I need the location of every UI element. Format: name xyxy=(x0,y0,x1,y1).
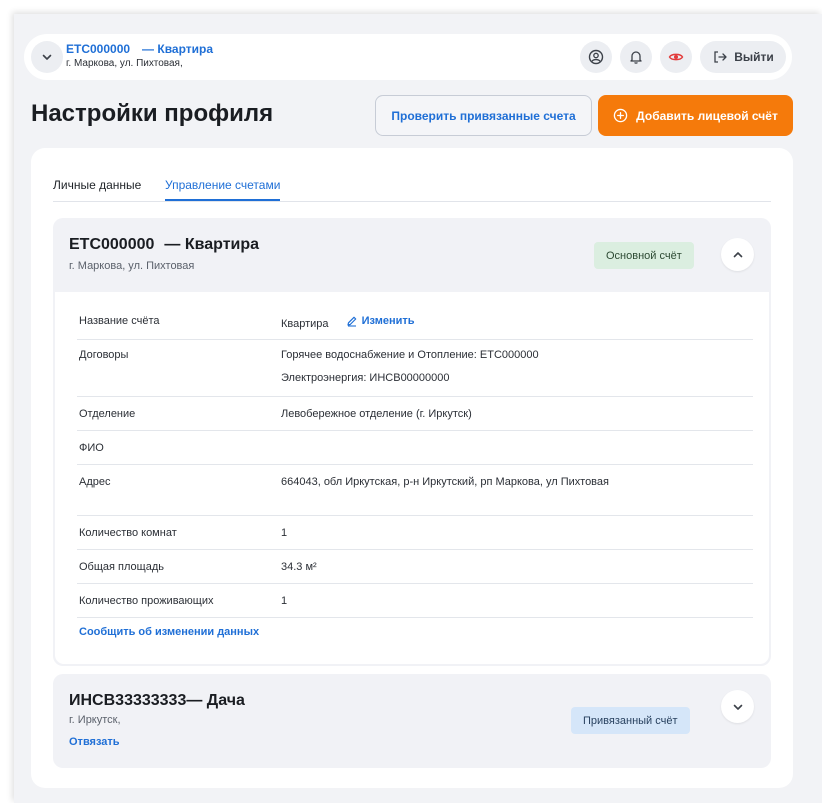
table-row: ФИО xyxy=(77,431,753,465)
tab-account-management[interactable]: Управление счетами xyxy=(165,178,281,201)
logout-button[interactable]: Выйти xyxy=(700,41,786,73)
detail-value: 1 xyxy=(281,527,288,539)
table-row: Адрес 664043, обл Иркутская, р-н Иркутск… xyxy=(77,465,753,516)
status-badge-linked: Привязанный счёт xyxy=(571,707,690,734)
account-panel-main: ETC000000 — Квартира г. Маркова, ул. Пихт… xyxy=(53,218,771,666)
logout-icon xyxy=(712,50,728,64)
detail-value: 1 xyxy=(281,595,288,607)
detail-key: Название счёта xyxy=(79,315,160,327)
report-data-change-link[interactable]: Сообщить об изменении данных xyxy=(79,626,259,638)
account-switcher-bar: ETC000000 — Квартира г. Маркова, ул. Пихт… xyxy=(24,34,792,80)
current-account[interactable]: ETC000000 — Квартира г. Маркова, ул. Пихт… xyxy=(66,42,225,69)
plus-circle-icon xyxy=(613,108,628,123)
collapse-account-button[interactable] xyxy=(721,238,754,271)
table-row: Общая площадь 34.3 м² xyxy=(77,550,753,584)
notifications-button[interactable] xyxy=(620,41,652,73)
detail-key: Количество комнат xyxy=(79,527,177,539)
detail-value: Горячее водоснабжение и Отопление: ETC00… xyxy=(281,349,539,361)
account-name-value: Квартира xyxy=(281,318,329,330)
detail-value-second: Электроэнергия: ИНСВ00000000 xyxy=(281,372,450,384)
unlink-account-button[interactable]: Отвязать xyxy=(69,736,120,748)
current-account-type: — Квартира xyxy=(142,42,214,56)
detail-key: Отделение xyxy=(79,408,136,420)
visibility-button[interactable] xyxy=(660,41,692,73)
chevron-down-icon xyxy=(732,701,744,713)
table-row: Количество проживающих 1 xyxy=(77,584,753,618)
page-title: Настройки профиля xyxy=(31,100,274,127)
edit-label: Изменить xyxy=(361,315,415,327)
account-address: г. Иркутск, xyxy=(69,714,121,726)
chevron-up-icon xyxy=(732,249,744,261)
bell-icon xyxy=(628,49,644,65)
settings-tabs: Личные данные Управление счетами xyxy=(53,178,771,202)
current-account-address: г. Маркова, ул. Пихтовая, xyxy=(66,58,183,69)
detail-key: Общая площадь xyxy=(79,561,164,573)
add-account-label: Добавить лицевой счёт xyxy=(636,108,778,123)
settings-card: Личные данные Управление счетами ETC0000… xyxy=(31,148,793,788)
table-row: Договоры Горячее водоснабжение и Отоплен… xyxy=(77,340,753,397)
account-address: г. Маркова, ул. Пихтовая xyxy=(69,260,195,272)
chevron-down-icon xyxy=(41,51,53,63)
detail-key: Договоры xyxy=(79,349,129,361)
account-number: ИНСВ33333333 xyxy=(69,692,187,709)
table-row: Отделение Левобережное отделение (г. Ирк… xyxy=(77,397,753,431)
detail-value: 34.3 м² xyxy=(281,561,317,573)
edit-name-button[interactable]: Изменить xyxy=(346,315,415,327)
detail-value: Квартира Изменить xyxy=(281,315,415,330)
account-name: — Дача xyxy=(186,692,245,709)
current-account-number: ETC000000 xyxy=(66,42,131,56)
detail-key: Количество проживающих xyxy=(79,595,214,607)
account-title: ИНСВ33333333— Дача xyxy=(69,692,245,710)
account-title: ETC000000 — Квартира xyxy=(69,236,259,254)
account-number: ETC000000 xyxy=(69,236,155,253)
table-row: Количество комнат 1 xyxy=(77,516,753,550)
check-linked-accounts-button[interactable]: Проверить привязанные счета xyxy=(375,95,592,136)
tab-personal-data[interactable]: Личные данные xyxy=(53,178,141,192)
detail-key: Адрес xyxy=(79,476,111,488)
expand-account-button[interactable] xyxy=(721,690,754,723)
status-badge-main: Основной счёт xyxy=(594,242,694,269)
pencil-icon xyxy=(346,315,358,327)
table-row: Название счёта Квартира Изменить xyxy=(77,292,753,340)
profile-button[interactable] xyxy=(580,41,612,73)
user-circle-icon xyxy=(588,49,604,65)
eye-icon xyxy=(668,49,684,65)
logout-label: Выйти xyxy=(734,50,774,64)
detail-key: ФИО xyxy=(79,442,104,454)
account-panel-linked: ИНСВ33333333— Дача г. Иркутск, Отвязать … xyxy=(53,674,771,768)
add-account-button[interactable]: Добавить лицевой счёт xyxy=(598,95,793,136)
detail-value: Левобережное отделение (г. Иркутск) xyxy=(281,408,472,420)
account-details: Название счёта Квартира Изменить Договор… xyxy=(55,292,769,664)
account-name: — Квартира xyxy=(164,236,260,253)
detail-value: 664043, обл Иркутская, р-н Иркутский, рп… xyxy=(281,476,609,488)
account-switcher-toggle[interactable] xyxy=(31,41,63,73)
